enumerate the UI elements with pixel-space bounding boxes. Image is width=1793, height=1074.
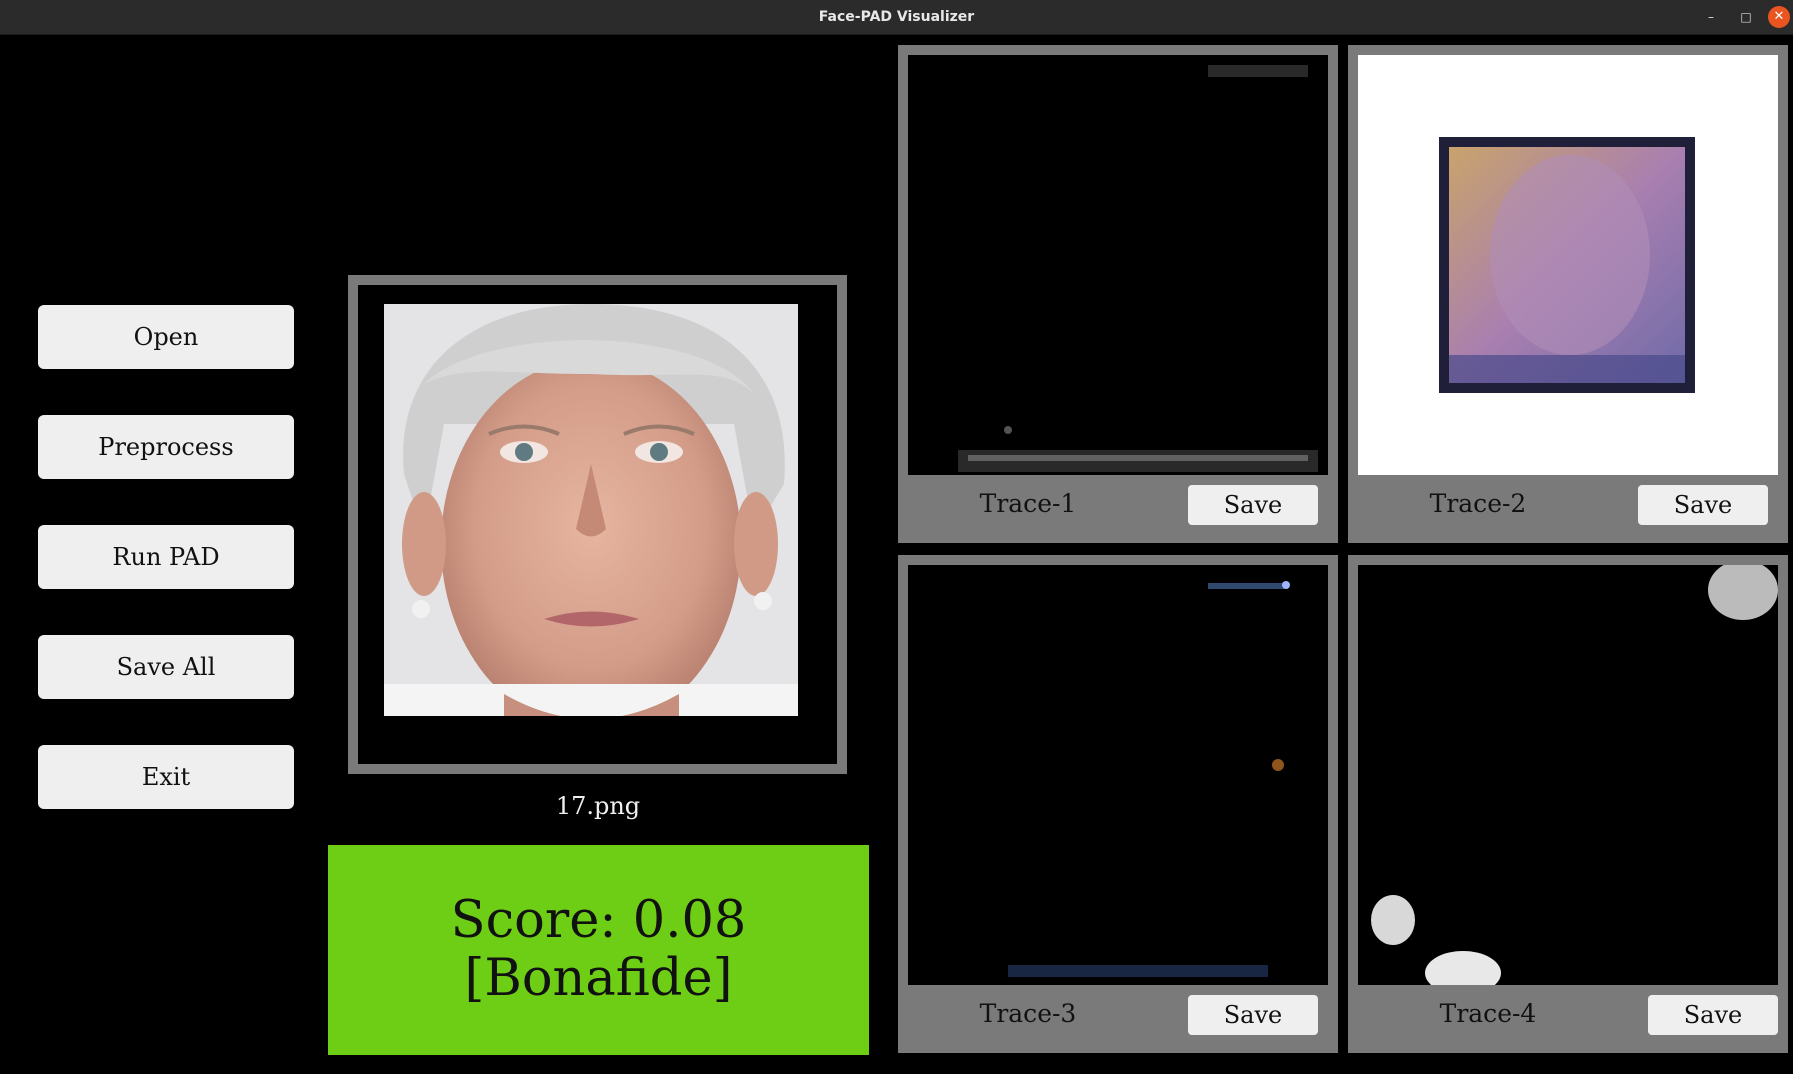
trace-2-image bbox=[1358, 55, 1778, 475]
trace-1-label: Trace-1 bbox=[979, 489, 1077, 518]
image-filename: 17.png bbox=[555, 792, 641, 820]
run-pad-button[interactable]: Run PAD bbox=[38, 525, 294, 589]
title-bar: Face-PAD Visualizer – □ ✕ bbox=[0, 0, 1793, 35]
minimize-icon[interactable]: – bbox=[1700, 6, 1722, 28]
trace-4-save-button[interactable]: Save bbox=[1648, 995, 1778, 1035]
trace-4-image bbox=[1358, 565, 1778, 985]
trace-3-image bbox=[908, 565, 1328, 985]
trace-2-panel: Trace-2 Save bbox=[1348, 45, 1788, 543]
score-value: Score: 0.08 bbox=[450, 891, 747, 950]
close-icon[interactable]: ✕ bbox=[1768, 6, 1790, 28]
preprocess-button[interactable]: Preprocess bbox=[38, 415, 294, 479]
trace-4-panel: Trace-4 Save bbox=[1348, 555, 1788, 1053]
score-panel: Score: 0.08 [Bonafide] bbox=[328, 845, 869, 1055]
window-title: Face-PAD Visualizer bbox=[818, 9, 975, 25]
trace-2-label: Trace-2 bbox=[1429, 489, 1527, 518]
exit-button[interactable]: Exit bbox=[38, 745, 294, 809]
trace-4-label: Trace-4 bbox=[1439, 999, 1537, 1028]
trace-3-panel: Trace-3 Save bbox=[898, 555, 1338, 1053]
score-verdict: [Bonafide] bbox=[464, 949, 733, 1008]
trace-3-save-button[interactable]: Save bbox=[1188, 995, 1318, 1035]
trace-1-panel: Trace-1 Save bbox=[898, 45, 1338, 543]
trace-3-label: Trace-3 bbox=[979, 999, 1077, 1028]
trace-2-save-button[interactable]: Save bbox=[1638, 485, 1768, 525]
trace-1-image bbox=[908, 55, 1328, 475]
input-face-image bbox=[384, 304, 798, 716]
open-button[interactable]: Open bbox=[38, 305, 294, 369]
trace-1-save-button[interactable]: Save bbox=[1188, 485, 1318, 525]
save-all-button[interactable]: Save All bbox=[38, 635, 294, 699]
maximize-icon[interactable]: □ bbox=[1735, 6, 1757, 28]
